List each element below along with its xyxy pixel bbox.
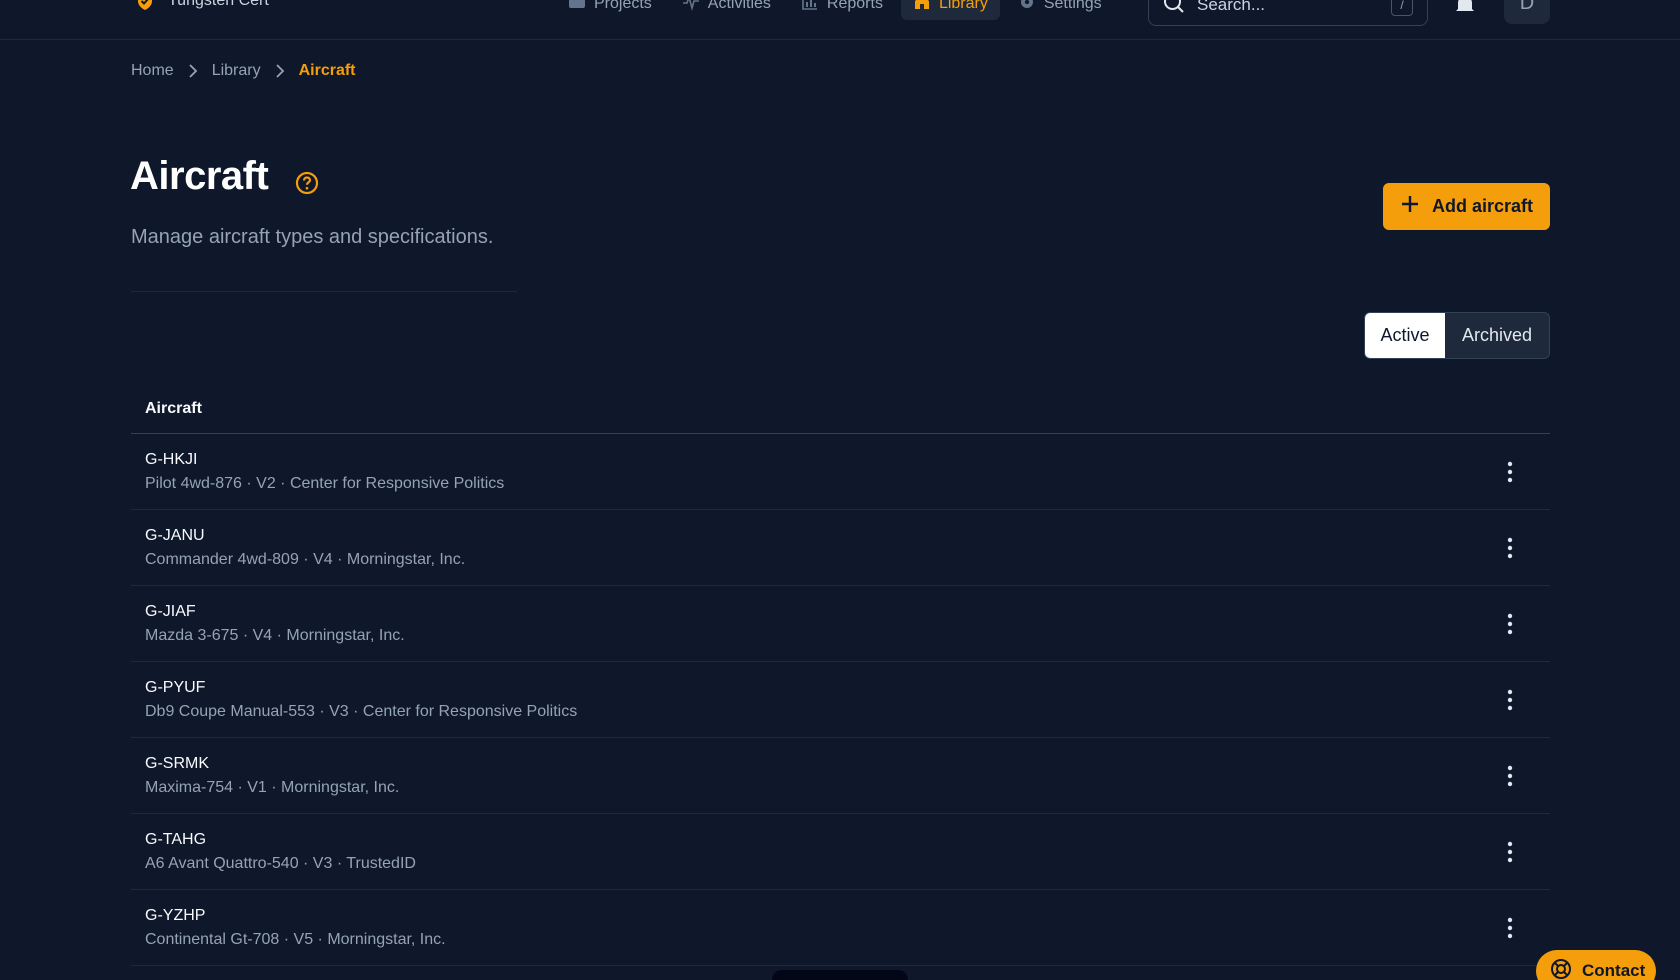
top-navbar: Tungsten Cert Projects Activities Report… <box>0 0 1680 40</box>
nav-item-reports[interactable]: Reports <box>789 0 895 20</box>
brand-name: Tungsten Cert <box>168 0 269 9</box>
aircraft-cell: G-TAHG A6 Avant Quattro-540 · V3 · Trust… <box>145 831 416 873</box>
contact-button[interactable]: Contact <box>1536 950 1656 980</box>
aircraft-registration: G-JANU <box>145 526 205 544</box>
activity-icon <box>682 0 700 16</box>
status-filter: Active Archived <box>1364 312 1550 359</box>
brand[interactable]: Tungsten Cert <box>134 0 269 12</box>
breadcrumb: Home Library Aircraft <box>131 60 356 82</box>
aircraft-cell: G-JANU Commander 4wd-809 · V4 · Mornings… <box>145 527 465 569</box>
more-vertical-icon[interactable] <box>1498 612 1522 636</box>
aircraft-registration: G-JIAF <box>145 602 196 620</box>
table-row[interactable]: G-JANU Commander 4wd-809 · V4 · Mornings… <box>131 510 1550 586</box>
filter-archived[interactable]: Archived <box>1445 313 1549 358</box>
bottom-toolbar[interactable] <box>772 970 908 980</box>
main-nav: Projects Activities Reports Library Sett… <box>556 0 1114 20</box>
more-vertical-icon[interactable] <box>1498 840 1522 864</box>
more-vertical-icon[interactable] <box>1498 460 1522 484</box>
divider <box>131 291 517 292</box>
breadcrumb-home[interactable]: Home <box>131 62 174 80</box>
aircraft-cell: G-HKJI Pilot 4wd-876 · V2 · Center for R… <box>145 451 504 493</box>
table-row[interactable]: G-SRMK Maxima-754 · V1 · Morningstar, In… <box>131 738 1550 814</box>
lifebuoy-icon <box>1550 958 1572 980</box>
aircraft-description: Pilot 4wd-876 · V2 · Center for Responsi… <box>145 474 505 492</box>
table-row[interactable]: G-HKJI Pilot 4wd-876 · V2 · Center for R… <box>131 434 1550 510</box>
nav-item-activities[interactable]: Activities <box>670 0 783 20</box>
aircraft-description: Db9 Coupe Manual-553 · V3 · Center for R… <box>145 702 578 720</box>
aircraft-cell: G-SRMK Maxima-754 · V1 · Morningstar, In… <box>145 755 399 797</box>
aircraft-table: Aircraft G-HKJI Pilot 4wd-876 · V2 · Cen… <box>131 385 1550 966</box>
chevron-right-icon <box>186 64 200 78</box>
nav-item-projects[interactable]: Projects <box>556 0 664 20</box>
more-vertical-icon[interactable] <box>1498 916 1522 940</box>
aircraft-description: Maxima-754 · V1 · Morningstar, Inc. <box>145 778 400 796</box>
aircraft-description: Commander 4wd-809 · V4 · Morningstar, In… <box>145 550 466 568</box>
nav-item-label: Projects <box>594 0 652 12</box>
aircraft-description: Continental Gt-708 · V5 · Morningstar, I… <box>145 930 446 948</box>
aircraft-cell: G-JIAF Mazda 3-675 · V4 · Morningstar, I… <box>145 603 405 645</box>
bell-icon[interactable] <box>1452 0 1478 16</box>
aircraft-registration: G-HKJI <box>145 450 198 468</box>
contact-label: Contact <box>1582 961 1646 980</box>
nav-item-settings[interactable]: Settings <box>1006 0 1114 20</box>
page-title: Aircraft <box>130 154 269 198</box>
table-row[interactable]: G-YZHP Continental Gt-708 · V5 · Morning… <box>131 890 1550 966</box>
table-row[interactable]: G-JIAF Mazda 3-675 · V4 · Morningstar, I… <box>131 586 1550 662</box>
page-subtitle: Manage aircraft types and specifications… <box>131 226 494 248</box>
aircraft-registration: G-TAHG <box>145 830 207 848</box>
folder-icon <box>568 0 586 16</box>
nav-item-label: Library <box>938 0 988 12</box>
filter-active[interactable]: Active <box>1365 313 1445 358</box>
more-vertical-icon[interactable] <box>1498 688 1522 712</box>
aircraft-description: A6 Avant Quattro-540 · V3 · TrustedID <box>145 854 416 872</box>
search-placeholder: Search... <box>1197 0 1266 14</box>
aircraft-cell: G-PYUF Db9 Coupe Manual-553 · V3 · Cente… <box>145 679 577 721</box>
nav-item-label: Settings <box>1043 0 1102 12</box>
aircraft-cell: G-YZHP Continental Gt-708 · V5 · Morning… <box>145 907 446 949</box>
column-header-aircraft[interactable]: Aircraft <box>131 385 1550 434</box>
aircraft-description: Mazda 3-675 · V4 · Morningstar, Inc. <box>145 626 405 644</box>
add-aircraft-label: Add aircraft <box>1431 196 1534 216</box>
table-row[interactable]: G-PYUF Db9 Coupe Manual-553 · V3 · Cente… <box>131 662 1550 738</box>
bar-chart-icon <box>801 0 819 16</box>
breadcrumb-library[interactable]: Library <box>212 62 261 80</box>
nav-item-library[interactable]: Library <box>900 0 1000 20</box>
add-aircraft-button[interactable]: Add aircraft <box>1383 183 1550 230</box>
more-vertical-icon[interactable] <box>1498 536 1522 560</box>
gear-icon <box>1018 0 1036 16</box>
plus-icon <box>1400 194 1420 219</box>
search-input[interactable]: Search... / <box>1148 0 1428 26</box>
search-shortcut: / <box>1391 0 1413 16</box>
library-icon <box>913 0 931 16</box>
aircraft-registration: G-PYUF <box>145 678 206 696</box>
avatar[interactable]: D <box>1504 0 1550 24</box>
chevron-right-icon <box>273 64 287 78</box>
aircraft-registration: G-YZHP <box>145 906 206 924</box>
help-circle-icon[interactable] <box>294 170 320 196</box>
nav-item-label: Reports <box>826 0 883 12</box>
search-icon <box>1163 0 1185 19</box>
breadcrumb-current: Aircraft <box>298 62 356 79</box>
shield-check-icon <box>134 0 156 12</box>
aircraft-registration: G-SRMK <box>145 754 209 772</box>
nav-item-label: Activities <box>707 0 771 12</box>
table-row[interactable]: G-TAHG A6 Avant Quattro-540 · V3 · Trust… <box>131 814 1550 890</box>
more-vertical-icon[interactable] <box>1498 764 1522 788</box>
